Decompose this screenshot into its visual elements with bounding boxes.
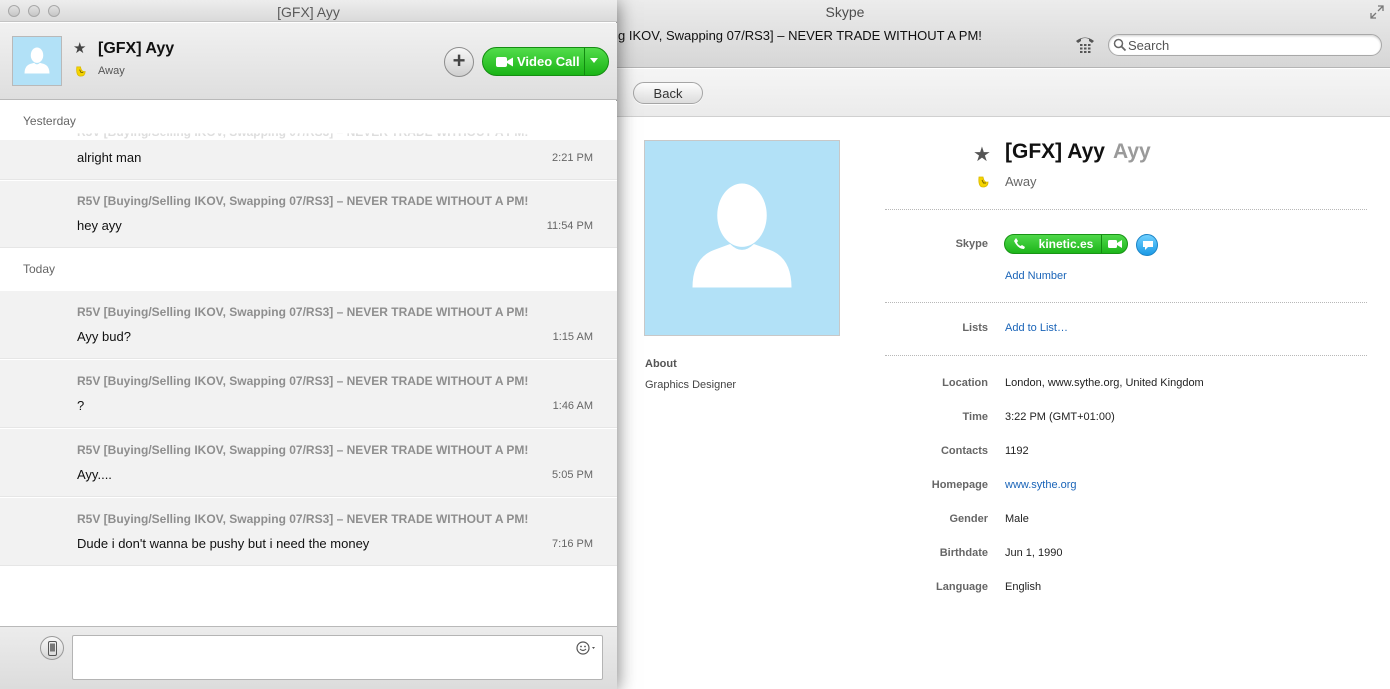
chat-header: ★ [GFX] Ayy Away + Video Call bbox=[0, 23, 617, 100]
language-label: Language bbox=[936, 581, 988, 593]
message-time: 1:46 AM bbox=[552, 400, 593, 412]
message-time: 7:16 PM bbox=[552, 538, 593, 550]
fullscreen-icon[interactable] bbox=[1370, 5, 1384, 19]
time-value: 3:22 PM (GMT+01:00) bbox=[1005, 411, 1115, 423]
chat-titlebar: [GFX] Ayy bbox=[0, 0, 617, 22]
divider bbox=[885, 302, 1367, 303]
video-icon bbox=[496, 57, 513, 67]
message-text: alright man bbox=[77, 150, 142, 165]
chat-contact-status: Away bbox=[98, 65, 125, 77]
back-button[interactable]: Back bbox=[633, 82, 703, 104]
homepage-label: Homepage bbox=[931, 479, 988, 491]
birthdate-label: Birthdate bbox=[939, 547, 988, 559]
video-call-button[interactable]: Video Call bbox=[482, 47, 609, 76]
time-label: Time bbox=[962, 411, 988, 423]
conversation-topic: g IKOV, Swapping 07/RS3] – NEVER TRADE W… bbox=[618, 28, 982, 43]
chat-message: R5V [Buying/Selling IKOV, Swapping 07/RS… bbox=[0, 429, 617, 497]
language-value: English bbox=[1005, 581, 1042, 593]
separator bbox=[1101, 235, 1102, 253]
gender-label: Gender bbox=[949, 513, 988, 525]
search-icon bbox=[1113, 38, 1127, 52]
about-label: About bbox=[645, 358, 677, 370]
gender-value: Male bbox=[1005, 513, 1029, 525]
away-status-icon bbox=[76, 66, 86, 77]
video-icon[interactable] bbox=[1108, 239, 1122, 249]
chat-message: R5V [Buying/Selling IKOV, Swapping 07/RS… bbox=[0, 291, 617, 359]
chat-message: R5V [Buying/Selling IKOV, Swapping 07/RS… bbox=[0, 133, 617, 180]
profile-display-name: [GFX] Ayy bbox=[1005, 140, 1105, 163]
contacts-label: Contacts bbox=[940, 445, 988, 457]
message-sender-faded: R5V [Buying/Selling IKOV, Swapping 07/RS… bbox=[77, 125, 529, 139]
video-call-label: Video Call bbox=[517, 54, 580, 69]
phone-icon bbox=[1014, 238, 1025, 249]
search-box[interactable] bbox=[1108, 34, 1382, 56]
away-status-icon bbox=[978, 176, 989, 188]
skype-label: Skype bbox=[955, 238, 988, 250]
profile-username: Ayy bbox=[1112, 140, 1151, 163]
profile-name: [GFX] Ayy Ayy bbox=[1005, 140, 1151, 164]
star-icon[interactable]: ★ bbox=[73, 39, 86, 57]
dialpad-icon[interactable] bbox=[1074, 35, 1096, 55]
skype-call-button[interactable]: kinetic.es bbox=[1004, 234, 1128, 254]
location-label: Location bbox=[942, 377, 988, 389]
message-input[interactable] bbox=[72, 635, 603, 680]
chat-history[interactable]: Yesterday R5V [Buying/Selling IKOV, Swap… bbox=[0, 101, 617, 626]
emoticon-icon[interactable] bbox=[576, 641, 598, 655]
birthdate-value: Jun 1, 1990 bbox=[1005, 547, 1063, 559]
profile-status: Away bbox=[1005, 174, 1037, 189]
chevron-down-icon[interactable] bbox=[590, 58, 598, 63]
message-sender: R5V [Buying/Selling IKOV, Swapping 07/RS… bbox=[77, 305, 529, 319]
star-icon[interactable]: ★ bbox=[973, 142, 991, 167]
add-participant-button[interactable]: + bbox=[444, 47, 474, 77]
message-sender: R5V [Buying/Selling IKOV, Swapping 07/RS… bbox=[77, 512, 529, 526]
contact-avatar[interactable] bbox=[12, 36, 62, 86]
message-text: Dude i don't wanna be pushy but i need t… bbox=[77, 536, 370, 551]
message-time: 2:21 PM bbox=[552, 152, 593, 164]
separator bbox=[584, 48, 585, 75]
profile-avatar bbox=[644, 140, 840, 336]
day-separator: Yesterday bbox=[23, 114, 76, 128]
message-sender: R5V [Buying/Selling IKOV, Swapping 07/RS… bbox=[77, 374, 529, 388]
message-text: Ayy.... bbox=[77, 467, 112, 482]
homepage-link[interactable]: www.sythe.org bbox=[1005, 479, 1077, 491]
chat-bubble-icon[interactable] bbox=[1136, 234, 1158, 256]
message-time: 5:05 PM bbox=[552, 469, 593, 481]
skype-call-label: kinetic.es bbox=[1038, 237, 1094, 251]
message-text: hey ayy bbox=[77, 218, 122, 233]
day-separator: Today bbox=[23, 262, 56, 276]
chat-message: R5V [Buying/Selling IKOV, Swapping 07/RS… bbox=[0, 181, 617, 248]
location-value: London, www.sythe.org, United Kingdom bbox=[1005, 377, 1204, 389]
contacts-value: 1192 bbox=[1005, 445, 1029, 457]
message-text: Ayy bud? bbox=[77, 329, 131, 344]
divider bbox=[885, 355, 1367, 356]
divider bbox=[885, 209, 1367, 210]
message-text: ? bbox=[77, 398, 85, 413]
add-number-link[interactable]: Add Number bbox=[1005, 270, 1067, 282]
chat-window: [GFX] Ayy ★ [GFX] Ayy Away + Video Call … bbox=[0, 0, 617, 689]
search-input[interactable] bbox=[1128, 37, 1368, 53]
message-sender: R5V [Buying/Selling IKOV, Swapping 07/RS… bbox=[77, 194, 529, 208]
chat-contact-name[interactable]: [GFX] Ayy bbox=[98, 40, 174, 58]
lists-label: Lists bbox=[962, 322, 988, 334]
mobile-phone-icon[interactable] bbox=[40, 636, 64, 660]
chat-message: R5V [Buying/Selling IKOV, Swapping 07/RS… bbox=[0, 498, 617, 566]
message-time: 11:54 PM bbox=[546, 220, 593, 232]
chat-footer bbox=[0, 626, 617, 689]
message-sender: R5V [Buying/Selling IKOV, Swapping 07/RS… bbox=[77, 443, 529, 457]
chat-message: R5V [Buying/Selling IKOV, Swapping 07/RS… bbox=[0, 360, 617, 428]
message-time: 1:15 AM bbox=[552, 331, 593, 343]
chat-window-title: [GFX] Ayy bbox=[277, 4, 340, 20]
about-value: Graphics Designer bbox=[645, 379, 737, 391]
add-to-list-link[interactable]: Add to List… bbox=[1005, 322, 1068, 334]
